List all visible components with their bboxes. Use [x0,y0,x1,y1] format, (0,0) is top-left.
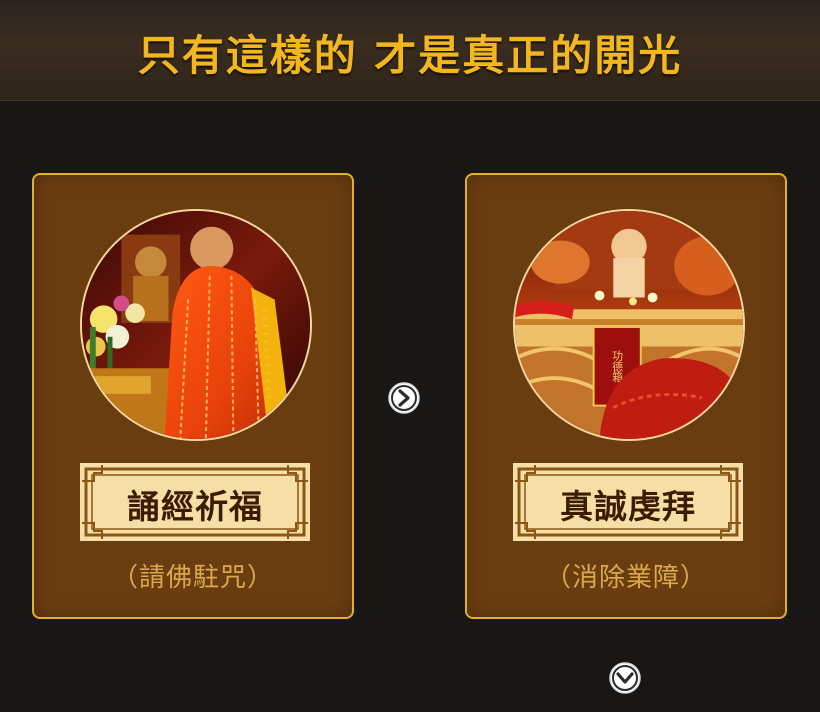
step-title: 真誠虔拜 [560,487,696,526]
chevron-down-circle-icon[interactable] [608,661,642,695]
step-card-worship: 功德箱 真誠虔拜 （消除業障） [465,173,787,619]
step-subtitle: （請佛駐咒） [111,563,274,593]
step-card-chanting: 誦經祈福 （請佛駐咒） [32,173,354,619]
svg-text:功德箱: 功德箱 [611,350,624,384]
step-title-plaque: 誦經祈福 [80,463,310,541]
step-title-plaque: 真誠虔拜 [513,463,743,541]
step-title: 誦經祈福 [127,487,263,526]
header-banner: 只有這樣的 才是真正的開光 [0,0,820,101]
worship-photo: 功德箱 [513,209,745,441]
chanting-photo [80,209,312,441]
step-subtitle: （消除業障） [544,563,707,593]
chevron-right-circle-icon[interactable] [387,381,421,415]
page-title: 只有這樣的 才是真正的開光 [137,31,683,80]
